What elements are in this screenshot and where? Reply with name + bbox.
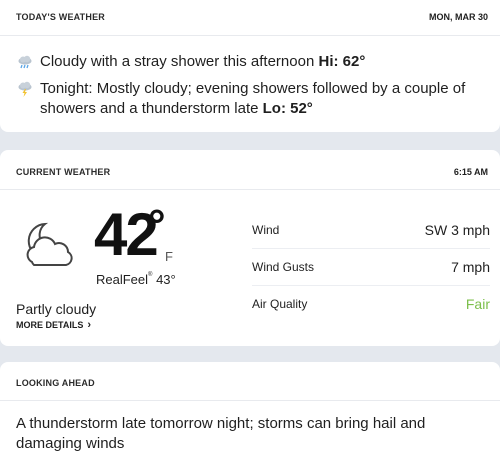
day-forecast: Cloudy with a stray shower this afternoo… [16, 52, 488, 72]
realfeel-label: RealFeel [96, 272, 149, 287]
current-time: 6:15 AM [453, 167, 488, 177]
detail-row-wind: Wind SW 3 mph [252, 222, 490, 261]
thunderstorm-icon [18, 81, 32, 97]
more-details-label: MORE DETAILS [16, 320, 84, 330]
detail-value: SW 3 mph [424, 222, 490, 238]
row-divider [252, 248, 490, 249]
partly-cloudy-night-icon [26, 222, 73, 266]
lo-value: 52° [290, 100, 313, 117]
night-forecast-text: Tonight: Mostly cloudy; evening showers … [40, 80, 466, 117]
air-quality-value: Fair [465, 296, 490, 312]
todays-weather-card: TODAY'S WEATHER MON, MAR 30 Cloudy with … [0, 0, 500, 132]
temperature-unit: F [165, 249, 173, 264]
detail-label: Wind [252, 223, 280, 237]
divider [0, 400, 500, 401]
night-forecast: Tonight: Mostly cloudy; evening showers … [16, 79, 488, 119]
current-weather-title: CURRENT WEATHER [16, 167, 111, 177]
todays-weather-title: TODAY'S WEATHER [16, 12, 105, 22]
today-date: MON, MAR 30 [428, 12, 488, 22]
realfeel-value: 43° [156, 272, 176, 287]
row-divider [252, 285, 490, 286]
weather-phrase: Partly cloudy [16, 301, 97, 317]
detail-label: Wind Gusts [252, 260, 315, 274]
realfeel-trademark: ® [148, 272, 153, 278]
chevron-right-icon: › [87, 319, 92, 331]
degree-symbol: ° [148, 201, 166, 250]
looking-ahead-title: LOOKING AHEAD [16, 378, 95, 388]
lo-label: Lo: [262, 100, 286, 117]
hi-label: Hi: [318, 53, 339, 70]
detail-row-wind-gusts: Wind Gusts 7 mph [252, 259, 490, 298]
hi-value: 62° [342, 53, 366, 70]
detail-row-air-quality: Air Quality Fair [252, 296, 490, 335]
divider [0, 35, 500, 36]
detail-value: 7 mph [451, 259, 490, 275]
day-forecast-text: Cloudy with a stray shower this afternoo… [40, 53, 315, 70]
more-details-link[interactable]: MORE DETAILS › [16, 319, 91, 331]
detail-label: Air Quality [252, 297, 308, 311]
divider [0, 189, 500, 190]
realfeel: RealFeel® 43° [96, 272, 176, 287]
cloudy-shower-icon [18, 55, 32, 69]
looking-ahead-text: A thunderstorm late tomorrow night; stor… [16, 415, 426, 452]
